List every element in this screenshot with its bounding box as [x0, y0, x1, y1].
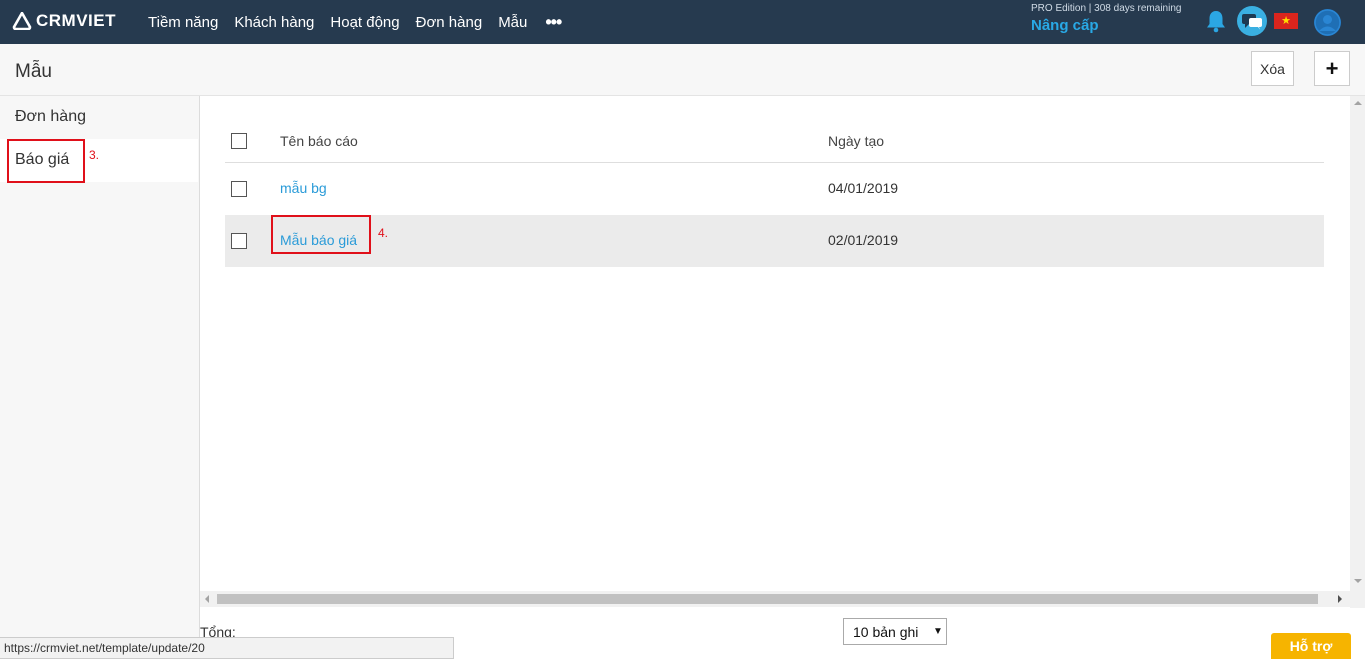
scrollbar-thumb[interactable] [217, 594, 1318, 604]
edition-info: PRO Edition | 308 days remaining [1031, 3, 1182, 14]
table-row: Mẫu báo giá 02/01/2019 [225, 215, 1324, 267]
page-header: Mẫu Xóa + [0, 44, 1365, 96]
scroll-down-icon[interactable] [1354, 579, 1362, 583]
user-avatar-icon[interactable] [1314, 9, 1341, 36]
template-name-link[interactable]: mẫu bg [280, 180, 327, 196]
page-size-select[interactable]: 10 bản ghi ▼ [843, 618, 947, 645]
delete-button[interactable]: Xóa [1251, 51, 1294, 86]
main-nav: Tiềm năng Khách hàng Hoạt động Đơn hàng … [148, 0, 562, 44]
template-created-date: 02/01/2019 [828, 232, 899, 248]
sidebar: Đơn hàng Báo giá 3. [0, 96, 200, 659]
vertical-scrollbar[interactable] [1350, 96, 1365, 608]
table-header: Tên báo cáo Ngày tạo [225, 118, 1324, 163]
nav-item-activities[interactable]: Hoạt động [330, 14, 399, 31]
nav-item-templates[interactable]: Mẫu [498, 14, 527, 31]
scroll-up-icon[interactable] [1354, 101, 1362, 105]
brand-name: CRMVIET [36, 11, 116, 30]
row-checkbox[interactable] [231, 233, 247, 249]
sidebar-item-label: Đơn hàng [15, 108, 86, 125]
vietnam-flag-icon[interactable]: ★ [1274, 13, 1298, 29]
row-checkbox[interactable] [231, 181, 247, 197]
nav-item-customers[interactable]: Khách hàng [234, 14, 314, 31]
caret-down-icon: ▼ [933, 626, 943, 637]
nav-item-leads[interactable]: Tiềm năng [148, 14, 218, 31]
upgrade-link[interactable]: Nâng cấp [1031, 17, 1099, 34]
logo-icon [12, 12, 32, 30]
select-all-checkbox[interactable] [231, 133, 247, 149]
bell-icon[interactable] [1205, 9, 1227, 33]
chat-icon[interactable] [1237, 6, 1267, 36]
annotation-label: 4. [378, 226, 389, 240]
brand-logo[interactable]: CRMVIET [12, 11, 116, 31]
column-header-name: Tên báo cáo [280, 133, 358, 149]
support-button[interactable]: Hỗ trợ [1271, 633, 1351, 659]
annotation-label: 3. [89, 148, 100, 162]
page-size-value: 10 bản ghi [853, 624, 919, 640]
table-row: mẫu bg 04/01/2019 [225, 163, 1324, 215]
scroll-left-icon[interactable] [205, 595, 209, 603]
main-content: Tên báo cáo Ngày tạo mẫu bg 04/01/2019 M… [200, 96, 1365, 659]
sidebar-item-label: Báo giá [15, 151, 70, 168]
horizontal-scrollbar[interactable] [200, 591, 1350, 607]
top-navbar: CRMVIET Tiềm năng Khách hàng Hoạt động Đ… [0, 0, 1365, 44]
nav-more-button[interactable]: ••• [545, 13, 562, 31]
sidebar-item-orders[interactable]: Đơn hàng [0, 96, 198, 139]
template-name-link[interactable]: Mẫu báo giá [280, 232, 357, 248]
template-created-date: 04/01/2019 [828, 180, 899, 196]
page-title: Mẫu [15, 61, 52, 82]
column-header-date: Ngày tạo [828, 133, 885, 149]
nav-item-orders[interactable]: Đơn hàng [416, 14, 483, 31]
scroll-right-icon[interactable] [1338, 595, 1342, 603]
add-button[interactable]: + [1314, 51, 1350, 86]
browser-status-url: https://crmviet.net/template/update/20 [0, 637, 454, 659]
